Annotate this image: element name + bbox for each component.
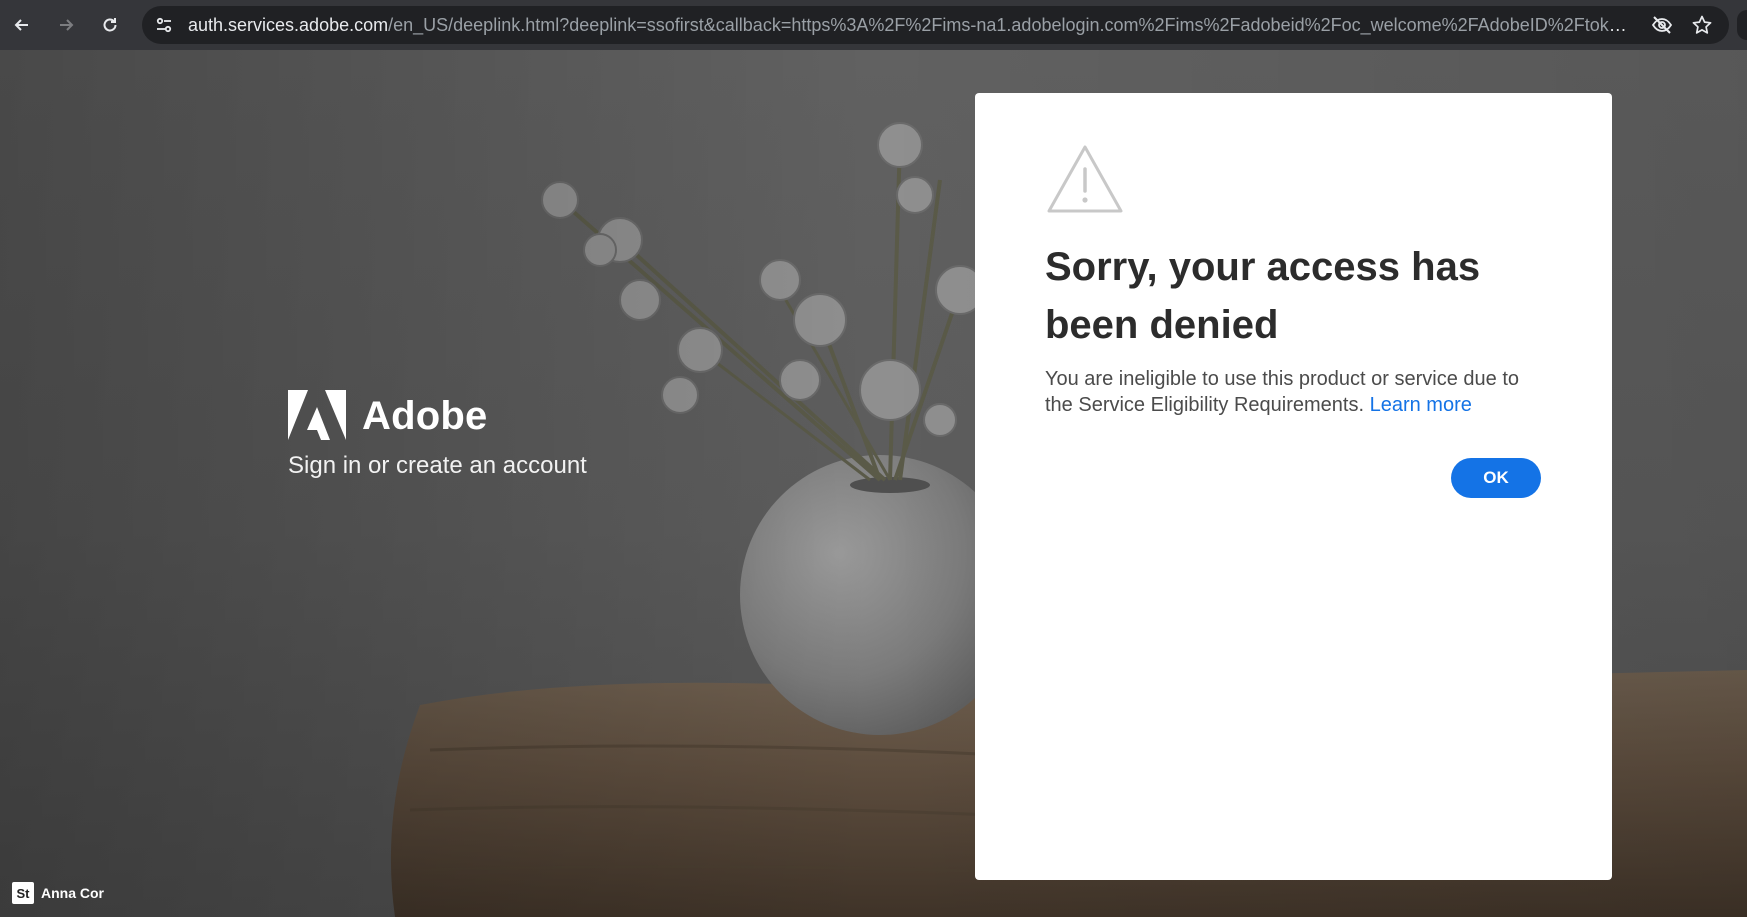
user-badge: St Anna Cor (12, 882, 104, 904)
back-button[interactable] (0, 0, 44, 50)
brand-name: Adobe (362, 393, 488, 438)
access-denied-dialog: Sorry, your access has been denied You a… (975, 93, 1612, 880)
badge-code: St (12, 882, 34, 904)
forward-icon (60, 19, 74, 31)
address-bar[interactable]: auth.services.adobe.com/en_US/deeplink.h… (142, 6, 1729, 44)
site-settings-icon (156, 17, 172, 33)
dialog-title: Sorry, your access has been denied (1045, 245, 1481, 347)
profile-edge[interactable] (1737, 10, 1747, 40)
reload-button[interactable] (88, 0, 132, 50)
ok-button[interactable]: OK (1451, 458, 1541, 498)
star-icon (1692, 15, 1712, 34)
forward-button[interactable] (44, 0, 88, 50)
warning-icon (1047, 145, 1123, 213)
url-text[interactable]: auth.services.adobe.com/en_US/deeplink.h… (182, 15, 1645, 36)
adobe-logo-icon (288, 390, 346, 440)
brand-subtitle: Sign in or create an account (288, 452, 587, 479)
learn-more-link[interactable]: Learn more (1370, 394, 1472, 416)
browser-toolbar: auth.services.adobe.com/en_US/deeplink.h… (0, 0, 1747, 50)
brand-block: Adobe Sign in or create an account (288, 390, 587, 480)
badge-name: Anna Cor (41, 885, 104, 901)
site-settings-button[interactable] (146, 6, 182, 44)
reload-icon (103, 18, 117, 32)
url-path: /en_US/deeplink.html?deeplink=ssofirst&c… (388, 14, 1645, 35)
eye-off-icon (1651, 16, 1673, 34)
url-host: auth.services.adobe.com (188, 14, 389, 35)
tracking-protection-button[interactable] (1645, 8, 1679, 42)
back-icon (14, 19, 28, 31)
dialog-body: You are ineligible to use this product o… (1045, 366, 1545, 418)
bookmark-button[interactable] (1685, 8, 1719, 42)
